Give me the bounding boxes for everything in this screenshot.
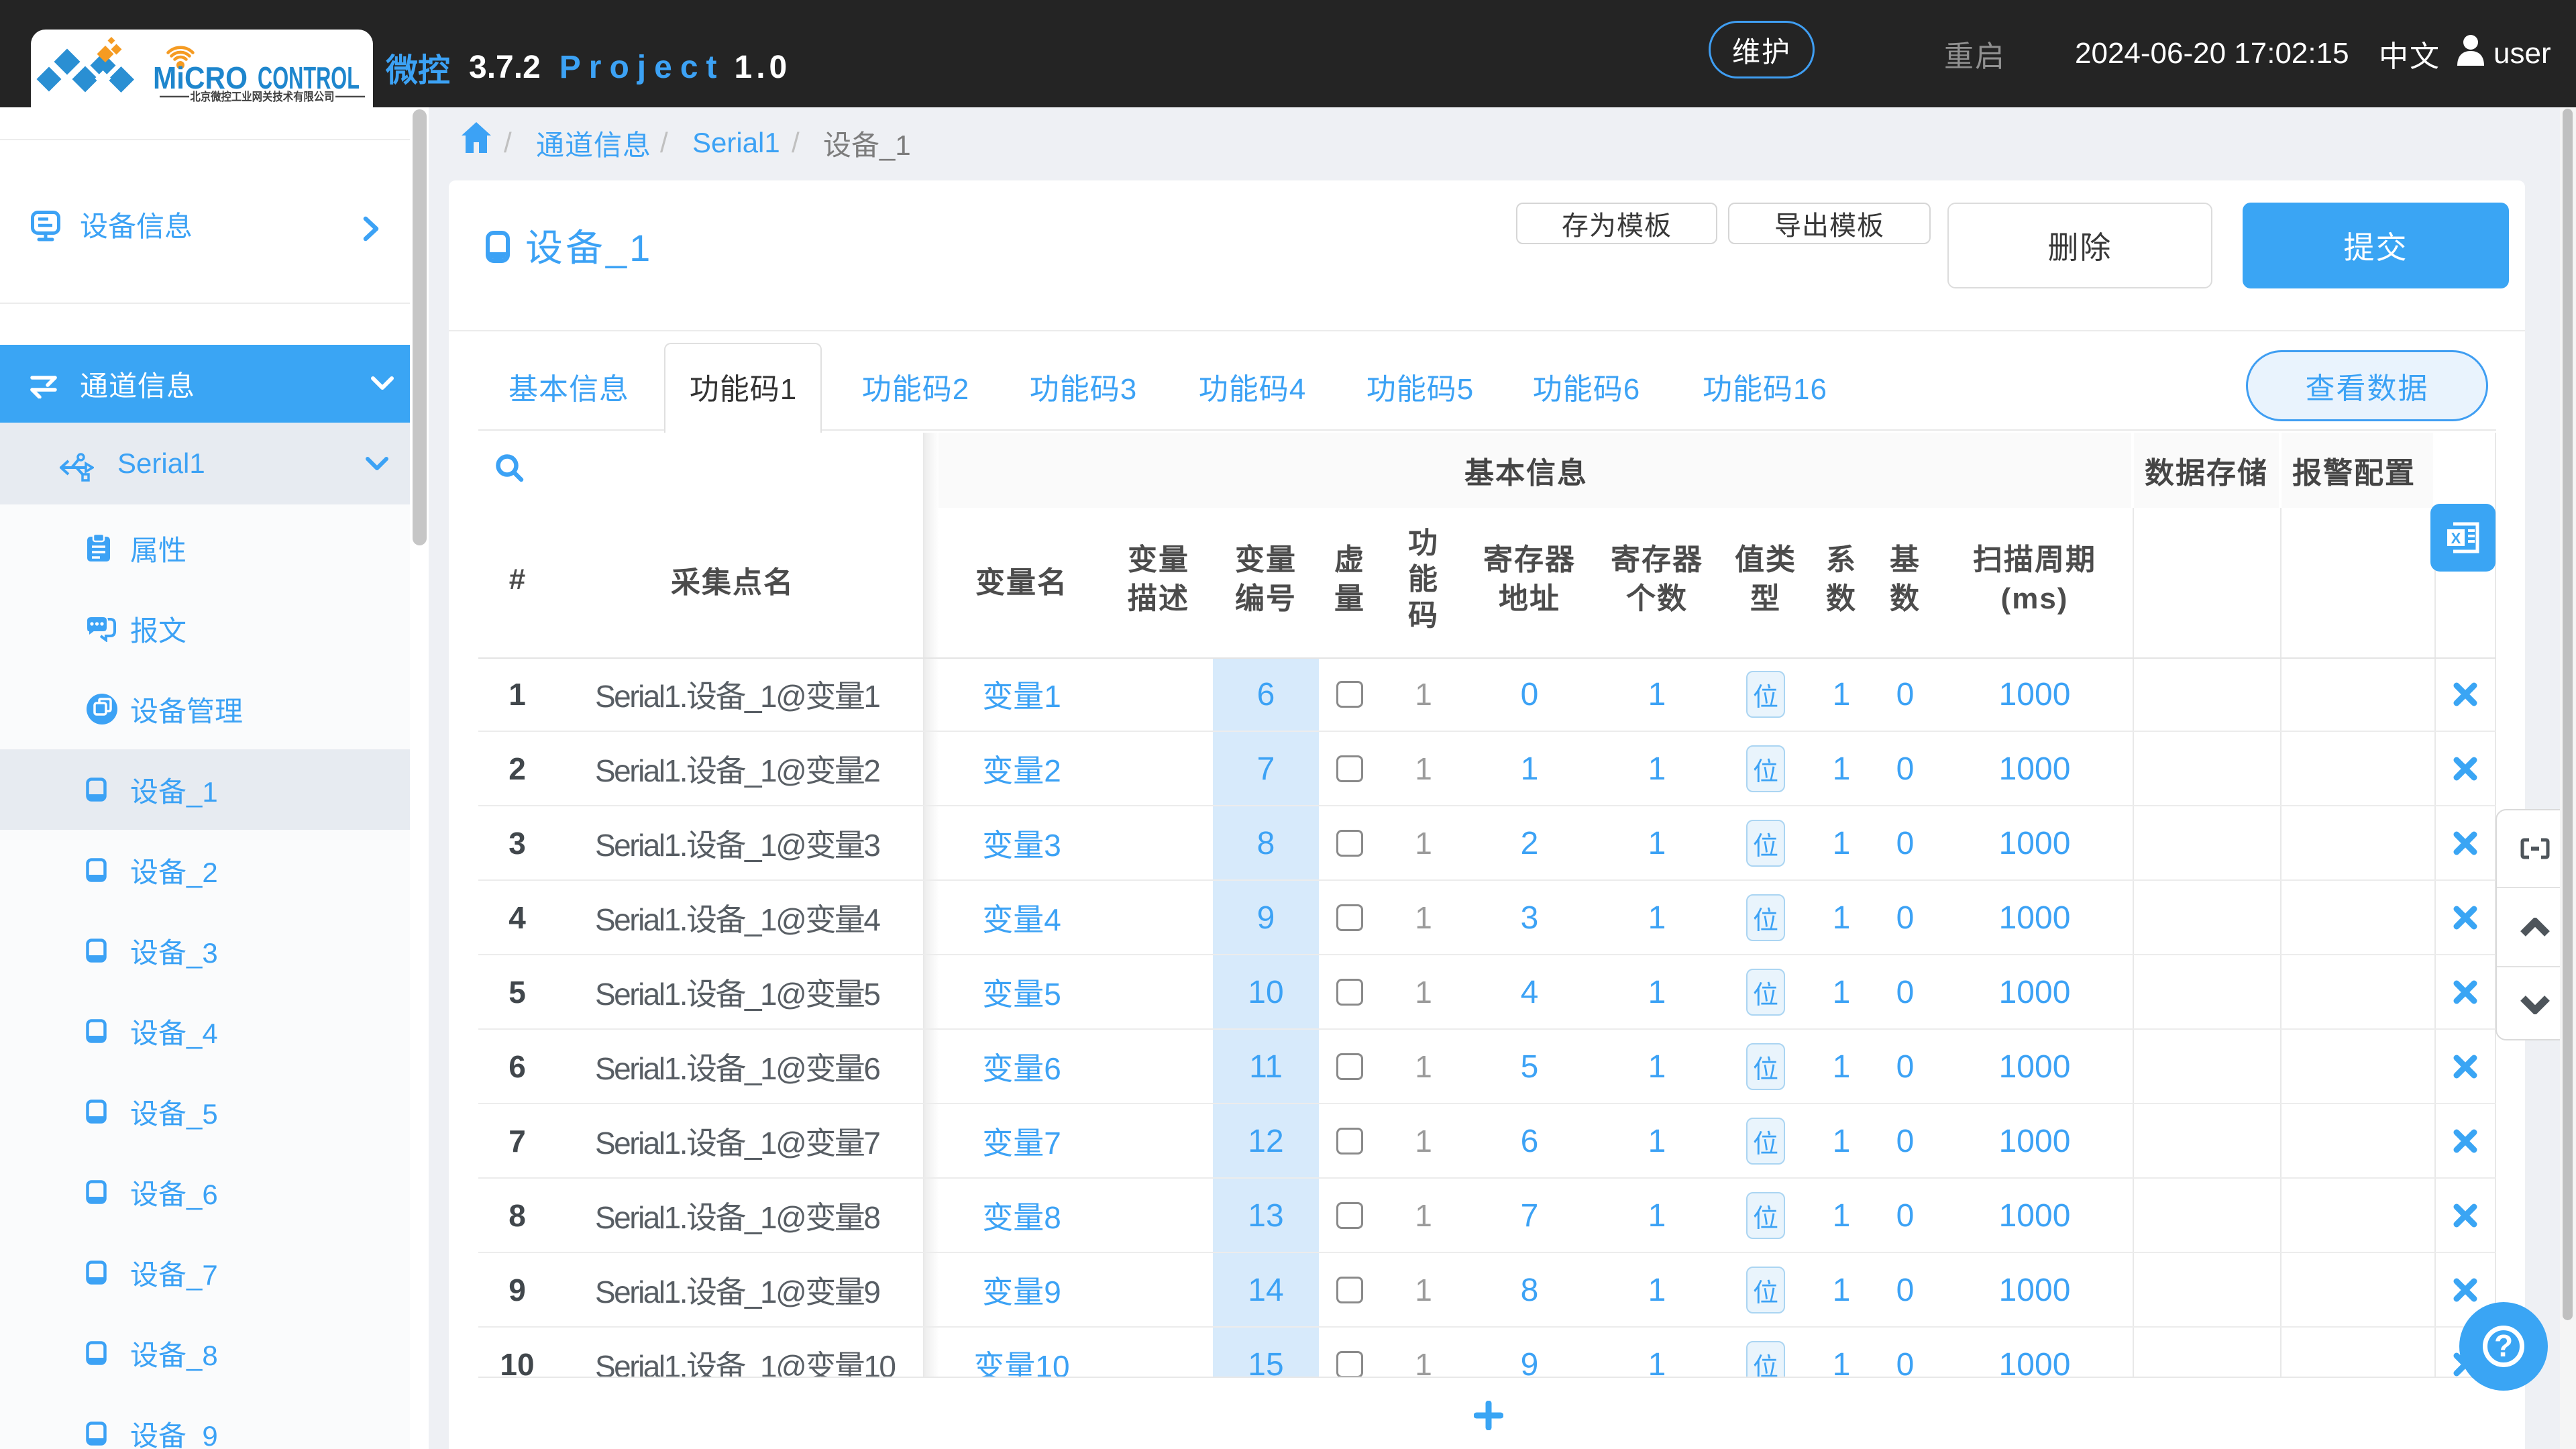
svg-text:X: X <box>2451 530 2461 547</box>
svg-text:北京微控工业网关技术有限公司: 北京微控工业网关技术有限公司 <box>191 90 335 103</box>
